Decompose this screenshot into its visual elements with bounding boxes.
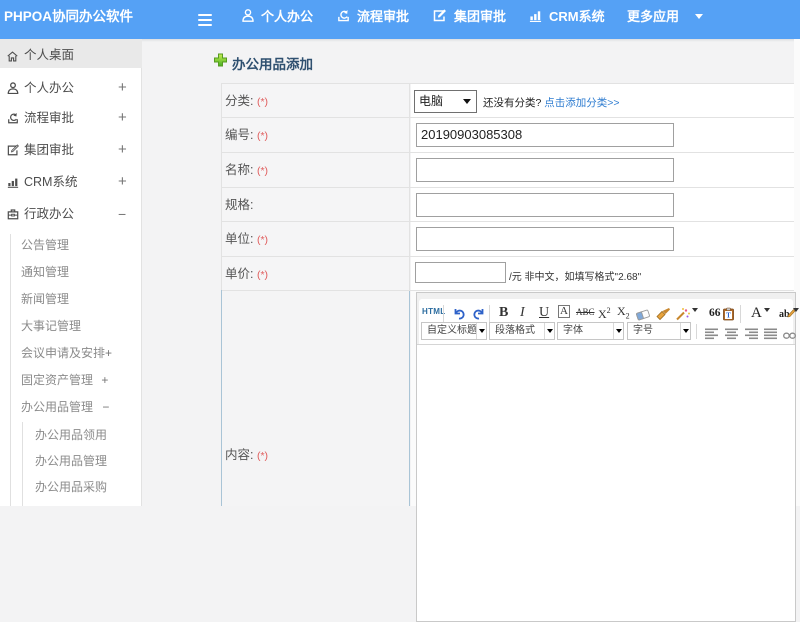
svg-text:T: T — [726, 312, 731, 320]
